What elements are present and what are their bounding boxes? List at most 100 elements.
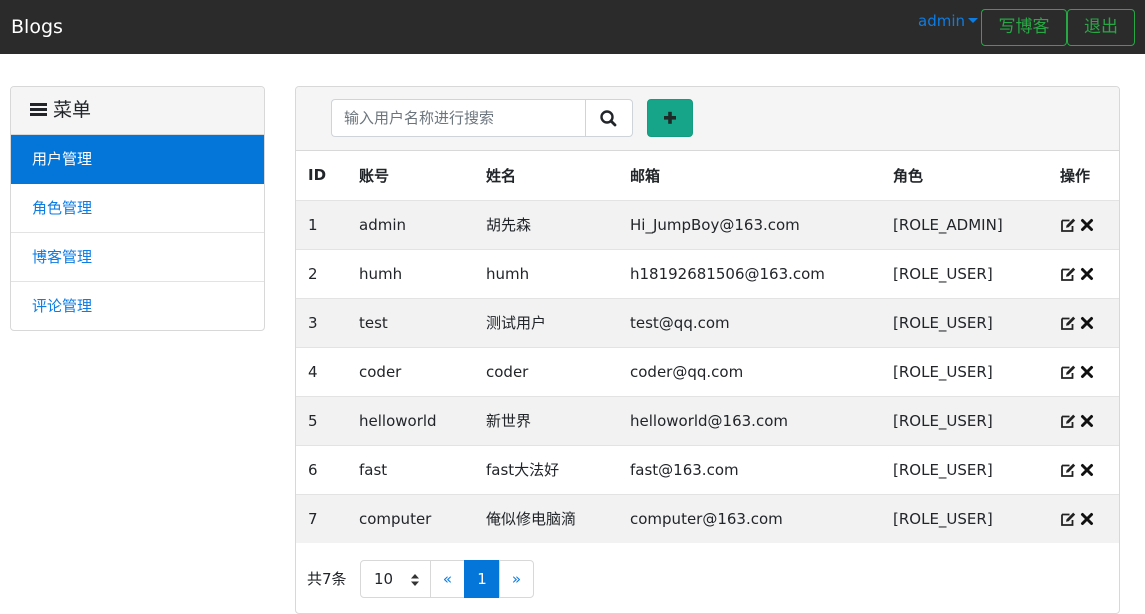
table-row: 2 humh humh h18192681506@163.com [ROLE_USER] [296, 248, 1119, 298]
table-row: 1 admin 胡先森 Hi_JumpBoy@163.com [ROLE_ADMIN] [296, 199, 1119, 249]
cell-operations [1060, 444, 1119, 494]
sidebar-item-blog-management[interactable]: 博客管理 [11, 233, 264, 282]
header-name: 姓名 [486, 166, 517, 185]
search-button[interactable] [585, 99, 633, 137]
cell-name: fast大法好 [486, 444, 630, 494]
edit-icon[interactable] [1060, 462, 1076, 478]
cell-email: test@qq.com [630, 297, 893, 347]
sort-arrows-icon [411, 574, 419, 586]
cell-name: 胡先森 [486, 199, 630, 249]
close-icon[interactable] [1079, 462, 1095, 478]
sidebar-item-user-management[interactable]: 用户管理 [11, 135, 264, 184]
sidebar-header: 菜单 [11, 87, 264, 135]
cell-account: fast [359, 444, 486, 494]
cell-operations [1060, 493, 1119, 543]
cell-name: coder [486, 346, 630, 396]
edit-icon[interactable] [1060, 266, 1076, 282]
header-id: ID [308, 166, 327, 185]
cell-role: [ROLE_USER] [893, 395, 1060, 445]
cell-account: helloworld [359, 395, 486, 445]
close-icon[interactable] [1079, 364, 1095, 380]
total-count: 共7条 [307, 570, 347, 588]
caret-down-icon [968, 18, 978, 23]
close-icon[interactable] [1079, 315, 1095, 331]
cell-id: 6 [296, 444, 359, 494]
cell-account: humh [359, 248, 486, 298]
cell-name: 俺似修电脑滴 [486, 493, 630, 543]
table-row: 7 computer 俺似修电脑滴 computer@163.com [ROLE_USE… [296, 493, 1119, 543]
cell-role: [ROLE_USER] [893, 248, 1060, 298]
cell-id: 7 [296, 493, 359, 543]
brand-logo[interactable]: Blogs [11, 14, 63, 40]
header-account: 账号 [359, 166, 390, 185]
search-input[interactable] [331, 99, 585, 137]
user-dropdown[interactable]: admin [918, 10, 978, 32]
sidebar-title: 菜单 [53, 99, 92, 121]
hamburger-icon [30, 102, 47, 116]
cell-name: 测试用户 [486, 297, 630, 347]
cell-email: fast@163.com [630, 444, 893, 494]
cell-operations [1060, 297, 1119, 347]
cell-id: 1 [296, 199, 359, 249]
cell-operations [1060, 346, 1119, 396]
cell-operations [1060, 248, 1119, 298]
edit-icon[interactable] [1060, 364, 1076, 380]
table-header-row: ID 账号 姓名 邮箱 角色 操作 [296, 151, 1119, 200]
cell-email: h18192681506@163.com [630, 248, 893, 298]
cell-role: [ROLE_USER] [893, 444, 1060, 494]
sidebar-item-role-management[interactable]: 角色管理 [11, 184, 264, 233]
page-size-value: 10 [374, 570, 394, 588]
cell-email: computer@163.com [630, 493, 893, 543]
header-operations: 操作 [1060, 166, 1091, 185]
cell-operations [1060, 395, 1119, 445]
cell-id: 4 [296, 346, 359, 396]
sidebar-item-comment-management[interactable]: 评论管理 [11, 282, 264, 330]
cell-email: helloworld@163.com [630, 395, 893, 445]
user-name: admin [918, 12, 965, 30]
edit-icon[interactable] [1060, 217, 1076, 233]
cell-role: [ROLE_USER] [893, 493, 1060, 543]
page-1-button[interactable]: 1 [464, 560, 500, 598]
cell-name: humh [486, 248, 630, 298]
panel-toolbar [296, 87, 1119, 151]
cell-id: 5 [296, 395, 359, 445]
users-table: ID 账号 姓名 邮箱 角色 操作 1 admin 胡先森 Hi_JumpBoy@16… [296, 151, 1119, 543]
cell-id: 2 [296, 248, 359, 298]
edit-icon[interactable] [1060, 413, 1076, 429]
cell-role: [ROLE_USER] [893, 346, 1060, 396]
search-icon [600, 110, 617, 127]
write-blog-button[interactable]: 写博客 [981, 9, 1067, 46]
page-size-select[interactable]: 10 [360, 560, 431, 598]
table-row: 6 fast fast大法好 fast@163.com [ROLE_USER] [296, 444, 1119, 494]
add-user-button[interactable] [647, 99, 693, 137]
table-row: 3 test 测试用户 test@qq.com [ROLE_USER] [296, 297, 1119, 347]
cell-role: [ROLE_USER] [893, 297, 1060, 347]
header-email: 邮箱 [630, 166, 661, 185]
cell-email: coder@qq.com [630, 346, 893, 396]
close-icon[interactable] [1079, 413, 1095, 429]
cell-role: [ROLE_ADMIN] [893, 199, 1060, 249]
table-row: 4 coder coder coder@qq.com [ROLE_USER] [296, 346, 1119, 396]
header-role: 角色 [893, 166, 924, 185]
prev-page-button[interactable]: « [430, 560, 465, 598]
cell-account: admin [359, 199, 486, 249]
user-list-panel: ID 账号 姓名 邮箱 角色 操作 1admin胡先森Hi_JumpBoy@16… [295, 86, 1120, 614]
cell-account: test [359, 297, 486, 347]
cell-id: 3 [296, 297, 359, 347]
sidebar-menu: 菜单 用户管理 角色管理 博客管理 评论管理 [10, 86, 265, 331]
edit-icon[interactable] [1060, 511, 1076, 527]
next-page-button[interactable]: » [499, 560, 534, 598]
close-icon[interactable] [1079, 266, 1095, 282]
top-navbar: Blogs admin 写博客 退出 [0, 0, 1145, 54]
cell-operations [1060, 199, 1119, 249]
cell-account: coder [359, 346, 486, 396]
cell-email: Hi_JumpBoy@163.com [630, 199, 893, 249]
close-icon[interactable] [1079, 511, 1095, 527]
cell-name: 新世界 [486, 395, 630, 445]
table-row: 5 helloworld 新世界 helloworld@163.com [ROLE_US… [296, 395, 1119, 445]
close-icon[interactable] [1079, 217, 1095, 233]
pagination-bar: 共7条 10 « 1 » [296, 558, 1119, 598]
cell-account: computer [359, 493, 486, 543]
edit-icon[interactable] [1060, 315, 1076, 331]
logout-button[interactable]: 退出 [1067, 9, 1135, 46]
